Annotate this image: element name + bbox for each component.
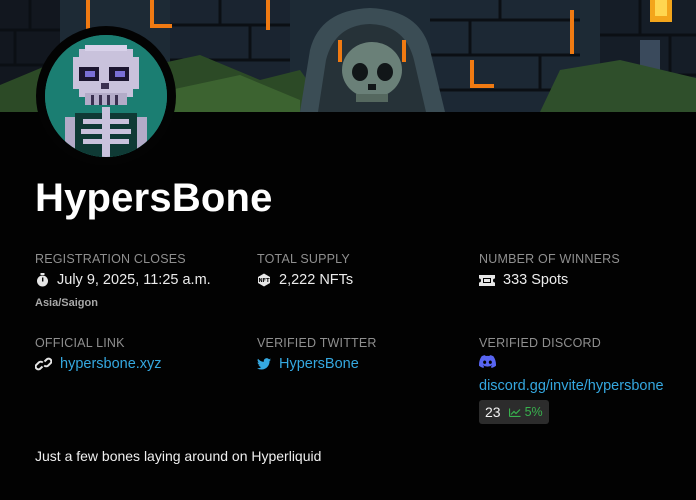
verified-twitter: VERIFIED TWITTER HypersBone — [257, 336, 377, 372]
number-of-winners: NUMBER OF WINNERS 333 Spots — [479, 252, 620, 288]
discord-label: VERIFIED DISCORD — [479, 336, 601, 350]
total-supply: TOTAL SUPPLY NFT 2,222 NFTs — [257, 252, 353, 288]
nft-hexagon-icon: NFT — [257, 273, 271, 287]
discord-link-row[interactable]: discord.gg/invite/hypersbone — [479, 377, 664, 395]
supply-label: TOTAL SUPPLY — [257, 252, 350, 266]
discord-icon — [479, 355, 664, 373]
pixel-art-skeleton-avatar — [45, 35, 167, 157]
twitter-bird-icon — [257, 357, 271, 371]
project-title: HypersBone — [35, 176, 273, 220]
discord-member-count: 23 — [485, 404, 501, 420]
verified-discord: VERIFIED DISCORD discord.gg/invite/hyper… — [479, 336, 664, 424]
registration-closes: REGISTRATION CLOSES July 9, 2025, 11:25 … — [35, 252, 211, 309]
twitter-row[interactable]: HypersBone — [257, 356, 377, 372]
registration-label: REGISTRATION CLOSES — [35, 252, 186, 266]
ticket-icon — [479, 273, 495, 287]
official-link-url[interactable]: hypersbone.xyz — [60, 356, 162, 372]
discord-growth: 5% — [508, 405, 543, 419]
supply-value-row: NFT 2,222 NFTs — [257, 272, 353, 288]
official-link: OFFICIAL LINK hypersbone.xyz — [35, 336, 162, 372]
stopwatch-icon — [35, 273, 49, 287]
trend-up-icon — [508, 408, 521, 417]
twitter-label: VERIFIED TWITTER — [257, 336, 377, 350]
supply-value: 2,222 NFTs — [279, 272, 354, 288]
registration-timezone: Asia/Saigon — [35, 297, 98, 309]
project-description: Just a few bones laying around on Hyperl… — [35, 448, 322, 464]
winners-label: NUMBER OF WINNERS — [479, 252, 620, 266]
official-link-label: OFFICIAL LINK — [35, 336, 125, 350]
winners-value: 333 Spots — [503, 272, 569, 288]
official-link-row[interactable]: hypersbone.xyz — [35, 356, 162, 372]
discord-invite-url[interactable]: discord.gg/invite/hypersbone — [479, 378, 664, 394]
discord-member-badge: 23 5% — [479, 400, 549, 424]
registration-value-row: July 9, 2025, 11:25 a.m. — [35, 272, 211, 288]
svg-text:NFT: NFT — [258, 278, 270, 284]
registration-date: July 9, 2025, 11:25 a.m. — [57, 272, 211, 288]
winners-value-row: 333 Spots — [479, 272, 620, 288]
discord-growth-value: 5% — [524, 405, 543, 419]
link-icon — [35, 357, 52, 371]
avatar — [36, 26, 176, 166]
twitter-handle[interactable]: HypersBone — [279, 356, 359, 372]
